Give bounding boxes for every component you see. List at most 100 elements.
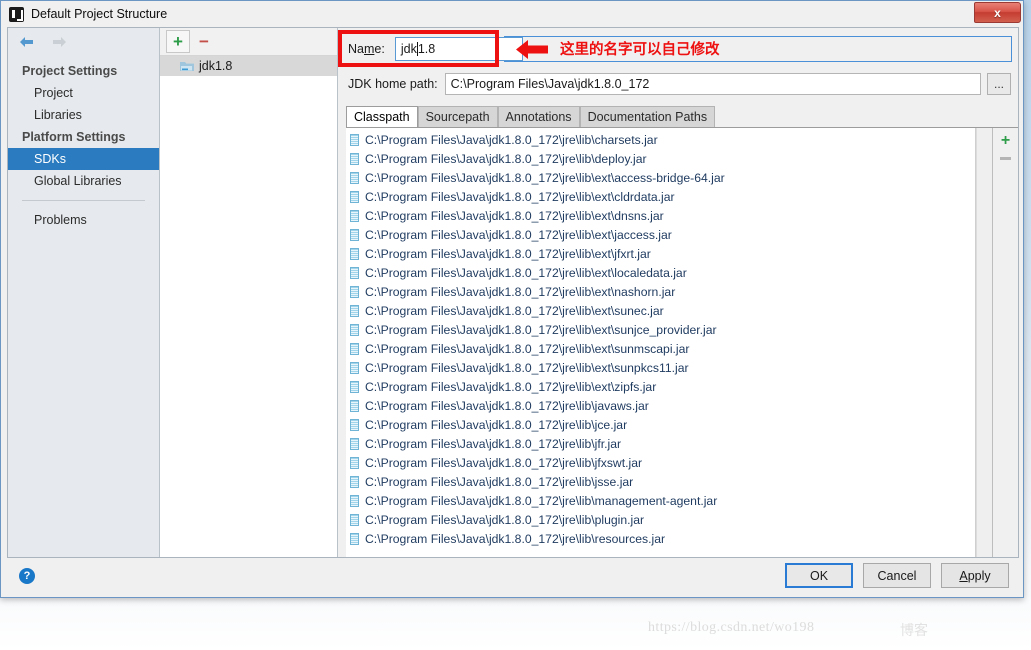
- classpath-entry-label: C:\Program Files\Java\jdk1.8.0_172\jre\l…: [365, 512, 645, 527]
- browse-jdk-home-button[interactable]: ...: [987, 73, 1011, 95]
- watermark-brand: 博客: [900, 623, 928, 639]
- cancel-button[interactable]: Cancel: [863, 563, 931, 588]
- classpath-entry-label: C:\Program Files\Java\jdk1.8.0_172\jre\l…: [365, 322, 717, 337]
- sdk-name-input[interactable]: jdk 1.8: [394, 37, 523, 61]
- jar-file-icon: [350, 532, 359, 545]
- jar-file-icon: [350, 228, 359, 241]
- help-icon[interactable]: ?: [19, 567, 35, 584]
- jar-file-icon: [350, 209, 359, 222]
- classpath-entry-row[interactable]: C:\Program Files\Java\jdk1.8.0_172\jre\l…: [346, 206, 975, 225]
- dialog-footer: ? OK Cancel Apply: [7, 559, 1019, 592]
- tab-documentation-paths[interactable]: Documentation Paths: [579, 106, 716, 127]
- classpath-entries-list: C:\Program Files\Java\jdk1.8.0_172\jre\l…: [346, 128, 976, 557]
- annotation-note-text: 这里的名字可以自己修改: [560, 42, 720, 58]
- detail-tabs: Classpath Sourcepath Annotations Documen…: [338, 105, 1018, 127]
- close-button[interactable]: x: [974, 2, 1021, 23]
- sdk-toolbar: + −: [160, 28, 337, 56]
- jar-file-icon: [350, 399, 359, 412]
- classpath-entry-row[interactable]: C:\Program Files\Java\jdk1.8.0_172\jre\l…: [346, 187, 975, 206]
- text-caret: [416, 42, 418, 56]
- jar-file-icon: [350, 323, 359, 336]
- jar-file-icon: [350, 171, 359, 184]
- sidebar-item-global-libraries[interactable]: Global Libraries: [8, 170, 159, 192]
- jar-file-icon: [350, 513, 359, 526]
- classpath-entry-label: C:\Program Files\Java\jdk1.8.0_172\jre\l…: [365, 227, 672, 242]
- sidebar-item-problems[interactable]: Problems: [8, 209, 159, 231]
- classpath-entry-row[interactable]: C:\Program Files\Java\jdk1.8.0_172\jre\l…: [346, 415, 975, 434]
- classpath-entry-label: C:\Program Files\Java\jdk1.8.0_172\jre\l…: [365, 531, 666, 546]
- dialog-action-buttons: OK Cancel Apply: [785, 563, 1009, 588]
- project-structure-dialog: Default Project Structure x Project Sett: [0, 0, 1024, 598]
- back-arrow-icon[interactable]: [18, 35, 36, 49]
- classpath-entry-row[interactable]: C:\Program Files\Java\jdk1.8.0_172\jre\l…: [346, 472, 975, 491]
- add-classpath-entry-button[interactable]: +: [1001, 133, 1010, 149]
- jdk-home-path-row: JDK home path: C:\Program Files\Java\jdk…: [338, 70, 1018, 98]
- classpath-entry-row[interactable]: C:\Program Files\Java\jdk1.8.0_172\jre\l…: [346, 130, 975, 149]
- tab-classpath[interactable]: Classpath: [346, 106, 418, 127]
- classpath-entry-row[interactable]: C:\Program Files\Java\jdk1.8.0_172\jre\l…: [346, 263, 975, 282]
- jdk-home-path-input[interactable]: C:\Program Files\Java\jdk1.8.0_172: [444, 73, 981, 95]
- classpath-entry-row[interactable]: C:\Program Files\Java\jdk1.8.0_172\jre\l…: [346, 149, 975, 168]
- remove-classpath-entry-button: [1000, 157, 1011, 160]
- sidebar-item-libraries[interactable]: Libraries: [8, 104, 159, 126]
- classpath-entry-row[interactable]: C:\Program Files\Java\jdk1.8.0_172\jre\l…: [346, 168, 975, 187]
- sidebar-group-platform-settings: Platform Settings: [22, 130, 126, 144]
- sdk-detail-pane: Name: jdk 1.8 这里的名字可以自己修改 JDK home path: …: [338, 28, 1018, 557]
- classpath-entry-row[interactable]: C:\Program Files\Java\jdk1.8.0_172\jre\l…: [346, 434, 975, 453]
- classpath-scrollbar[interactable]: [976, 128, 992, 557]
- classpath-entry-row[interactable]: C:\Program Files\Java\jdk1.8.0_172\jre\l…: [346, 244, 975, 263]
- jar-file-icon: [350, 304, 359, 317]
- jar-file-icon: [350, 494, 359, 507]
- jar-file-icon: [350, 152, 359, 165]
- sidebar-item-project[interactable]: Project: [8, 82, 159, 104]
- jar-file-icon: [350, 285, 359, 298]
- jar-file-icon: [350, 361, 359, 374]
- apply-button[interactable]: Apply: [941, 563, 1009, 588]
- classpath-entry-row[interactable]: C:\Program Files\Java\jdk1.8.0_172\jre\l…: [346, 339, 975, 358]
- jar-file-icon: [350, 456, 359, 469]
- ok-button[interactable]: OK: [785, 563, 853, 588]
- classpath-entry-label: C:\Program Files\Java\jdk1.8.0_172\jre\l…: [365, 493, 718, 508]
- classpath-entry-label: C:\Program Files\Java\jdk1.8.0_172\jre\l…: [365, 474, 634, 489]
- tab-sourcepath[interactable]: Sourcepath: [417, 106, 498, 127]
- jar-file-icon: [350, 266, 359, 279]
- dialog-body: Project Settings Project Libraries Platf…: [7, 27, 1019, 558]
- jar-file-icon: [350, 380, 359, 393]
- classpath-entry-row[interactable]: C:\Program Files\Java\jdk1.8.0_172\jre\l…: [346, 453, 975, 472]
- sidebar-item-sdks[interactable]: SDKs: [8, 148, 159, 170]
- classpath-entry-label: C:\Program Files\Java\jdk1.8.0_172\jre\l…: [365, 455, 643, 470]
- classpath-entry-row[interactable]: C:\Program Files\Java\jdk1.8.0_172\jre\l…: [346, 225, 975, 244]
- classpath-entry-label: C:\Program Files\Java\jdk1.8.0_172\jre\l…: [365, 398, 649, 413]
- classpath-entry-label: C:\Program Files\Java\jdk1.8.0_172\jre\l…: [365, 417, 628, 432]
- sidebar-nav-list: Project Settings Project Libraries Platf…: [8, 56, 159, 231]
- jar-file-icon: [350, 190, 359, 203]
- classpath-entry-row[interactable]: C:\Program Files\Java\jdk1.8.0_172\jre\l…: [346, 491, 975, 510]
- forward-arrow-icon: [50, 35, 68, 49]
- classpath-entry-row[interactable]: C:\Program Files\Java\jdk1.8.0_172\jre\l…: [346, 529, 975, 548]
- classpath-entry-row[interactable]: C:\Program Files\Java\jdk1.8.0_172\jre\l…: [346, 396, 975, 415]
- classpath-entry-label: C:\Program Files\Java\jdk1.8.0_172\jre\l…: [365, 341, 690, 356]
- classpath-entry-row[interactable]: C:\Program Files\Java\jdk1.8.0_172\jre\l…: [346, 377, 975, 396]
- tab-annotations[interactable]: Annotations: [497, 106, 580, 127]
- jar-file-icon: [350, 475, 359, 488]
- sdk-list-item-jdk18[interactable]: jdk1.8: [160, 56, 337, 76]
- settings-sidebar: Project Settings Project Libraries Platf…: [8, 28, 160, 557]
- classpath-entry-row[interactable]: C:\Program Files\Java\jdk1.8.0_172\jre\l…: [346, 282, 975, 301]
- classpath-entry-row[interactable]: C:\Program Files\Java\jdk1.8.0_172\jre\l…: [346, 358, 975, 377]
- classpath-entry-row[interactable]: C:\Program Files\Java\jdk1.8.0_172\jre\l…: [346, 510, 975, 529]
- jar-file-icon: [350, 133, 359, 146]
- classpath-entry-label: C:\Program Files\Java\jdk1.8.0_172\jre\l…: [365, 303, 664, 318]
- window-title: Default Project Structure: [31, 7, 168, 21]
- classpath-entry-label: C:\Program Files\Java\jdk1.8.0_172\jre\l…: [365, 436, 622, 451]
- classpath-entry-label: C:\Program Files\Java\jdk1.8.0_172\jre\l…: [365, 170, 725, 185]
- name-label: Name:: [348, 42, 385, 56]
- classpath-entry-label: C:\Program Files\Java\jdk1.8.0_172\jre\l…: [365, 151, 647, 166]
- add-sdk-button[interactable]: +: [166, 30, 190, 53]
- jar-file-icon: [350, 247, 359, 260]
- classpath-entry-label: C:\Program Files\Java\jdk1.8.0_172\jre\l…: [365, 208, 664, 223]
- classpath-entry-row[interactable]: C:\Program Files\Java\jdk1.8.0_172\jre\l…: [346, 320, 975, 339]
- jar-file-icon: [350, 418, 359, 431]
- remove-sdk-button[interactable]: −: [192, 30, 216, 53]
- sdk-name-row: Name: jdk 1.8 这里的名字可以自己修改: [338, 28, 1018, 70]
- classpath-entry-row[interactable]: C:\Program Files\Java\jdk1.8.0_172\jre\l…: [346, 301, 975, 320]
